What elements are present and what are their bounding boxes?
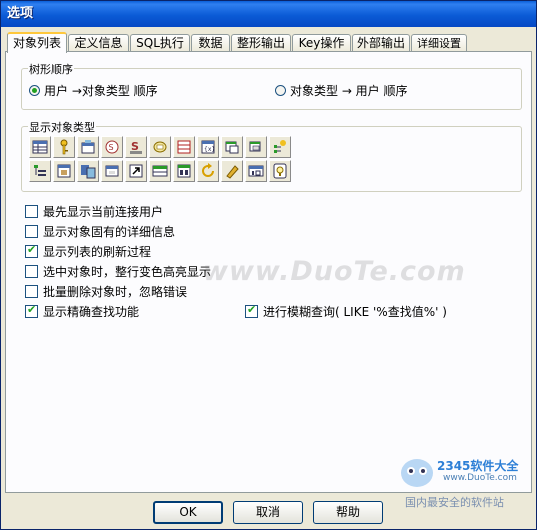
tab-detail-settings[interactable]: 详细设置 bbox=[411, 34, 467, 52]
svg-text:{x}: {x} bbox=[204, 146, 215, 153]
package-icon[interactable]: {x} bbox=[197, 136, 219, 158]
tab-definition-info[interactable]: 定义信息 bbox=[68, 34, 129, 52]
option-ignore-batch-delete-errors[interactable]: 批量删除对象时，忽略错误 bbox=[25, 283, 187, 300]
user-tree-icon[interactable] bbox=[269, 136, 291, 158]
tab-data[interactable]: 数据 bbox=[191, 34, 230, 52]
radio-label: 对象类型 → 用户 顺序 bbox=[290, 84, 408, 98]
tab-sql-execute[interactable]: SQL执行 bbox=[130, 34, 190, 52]
java-icon[interactable] bbox=[221, 160, 243, 182]
mascot-icon bbox=[401, 459, 433, 487]
option-label: 批量删除对象时，忽略错误 bbox=[43, 285, 188, 299]
option-show-refresh-process[interactable]: 显示列表的刷新过程 bbox=[25, 243, 151, 260]
object-types-title: 显示对象类型 bbox=[28, 119, 96, 135]
option-label: 最先显示当前连接用户 bbox=[43, 205, 164, 219]
option-show-exact-search[interactable]: 显示精确查找功能 bbox=[25, 303, 139, 320]
radio-type-then-user[interactable]: 对象类型 → 用户 顺序 bbox=[275, 82, 408, 99]
watermark-url: www.DuoTe.com bbox=[443, 473, 517, 483]
db-link-icon[interactable] bbox=[77, 160, 99, 182]
shortcut-icon[interactable] bbox=[125, 160, 147, 182]
watermark-brand: 2345软件大全 bbox=[437, 459, 519, 473]
tab-external-output[interactable]: 外部输出 bbox=[352, 34, 410, 52]
index-icon[interactable] bbox=[77, 136, 99, 158]
sequence-icon[interactable]: S bbox=[101, 136, 123, 158]
cluster-icon[interactable] bbox=[173, 160, 195, 182]
library-icon[interactable] bbox=[245, 160, 267, 182]
procedure-icon[interactable] bbox=[149, 136, 171, 158]
option-highlight-selected-row[interactable]: 选中对象时，整行变色高亮显示 bbox=[25, 263, 211, 280]
tip-icon[interactable] bbox=[269, 160, 291, 182]
tab-key-operations[interactable]: Key操作 bbox=[292, 34, 351, 52]
option-label: 显示精确查找功能 bbox=[43, 305, 140, 319]
options-dialog: 选项 对象列表 定义信息 SQL执行 数据 整形输出 Key操作 外部输出 详细… bbox=[0, 0, 537, 530]
watermark-slogan: 国内最安全的软件站 bbox=[405, 496, 504, 509]
checkbox-icon[interactable] bbox=[25, 285, 38, 298]
option-label: 进行模糊查询( LIKE '%查找值%' ) bbox=[263, 305, 447, 319]
help-button[interactable]: 帮助 bbox=[313, 501, 383, 524]
grid-icon[interactable] bbox=[53, 160, 75, 182]
checkbox-icon[interactable] bbox=[25, 225, 38, 238]
watermark-logo: 2345软件大全 www.DuoTe.com 国内最安全的软件站 bbox=[393, 449, 533, 511]
option-fuzzy-search[interactable]: 进行模糊查询( LIKE '%查找值%' ) bbox=[245, 303, 447, 320]
cancel-button[interactable]: 取消 bbox=[233, 501, 303, 524]
object-types-group: 显示对象类型 S S {x} bbox=[21, 119, 522, 192]
table-icon[interactable] bbox=[29, 136, 51, 158]
radio-label: 用户 →对象类型 顺序 bbox=[44, 84, 158, 98]
svg-text:S: S bbox=[109, 143, 114, 152]
watermark-text: www.DuoTe.com bbox=[203, 256, 466, 287]
function-icon[interactable] bbox=[173, 136, 195, 158]
package-body-icon[interactable] bbox=[221, 136, 243, 158]
radio-button-icon[interactable] bbox=[29, 85, 40, 96]
option-show-current-user-first[interactable]: 最先显示当前连接用户 bbox=[25, 203, 163, 220]
checkbox-icon[interactable] bbox=[25, 205, 38, 218]
option-label: 选中对象时，整行变色高亮显示 bbox=[43, 265, 212, 279]
view-icon[interactable] bbox=[101, 160, 123, 182]
dialog-title: 选项 bbox=[1, 1, 536, 27]
ok-button[interactable]: OK bbox=[153, 501, 223, 524]
option-label: 显示列表的刷新过程 bbox=[43, 245, 152, 259]
radio-button-icon[interactable] bbox=[275, 85, 286, 96]
tree-order-title: 树形顺序 bbox=[28, 61, 74, 77]
tree-order-group: 树形顺序 用户 →对象类型 顺序 对象类型 → 用户 顺序 bbox=[21, 61, 522, 110]
tab-formatted-output[interactable]: 整形输出 bbox=[231, 34, 291, 52]
column-tree-icon[interactable] bbox=[29, 160, 51, 182]
checkbox-icon[interactable] bbox=[245, 303, 258, 318]
option-show-object-details[interactable]: 显示对象固有的详细信息 bbox=[25, 223, 175, 240]
trigger-icon[interactable] bbox=[245, 136, 267, 158]
key-icon[interactable] bbox=[53, 136, 75, 158]
refresh-icon[interactable] bbox=[197, 160, 219, 182]
radio-user-then-type[interactable]: 用户 →对象类型 顺序 bbox=[29, 82, 158, 99]
materialized-view-icon[interactable] bbox=[149, 160, 171, 182]
checkbox-icon[interactable] bbox=[25, 243, 38, 258]
tab-object-list[interactable]: 对象列表 bbox=[7, 32, 67, 53]
option-label: 显示对象固有的详细信息 bbox=[43, 225, 176, 239]
tab-strip: 对象列表 定义信息 SQL执行 数据 整形输出 Key操作 外部输出 详细设置 bbox=[5, 32, 532, 53]
checkbox-icon[interactable] bbox=[25, 303, 38, 318]
checkbox-icon[interactable] bbox=[25, 265, 38, 278]
synonym-icon[interactable]: S bbox=[125, 136, 147, 158]
